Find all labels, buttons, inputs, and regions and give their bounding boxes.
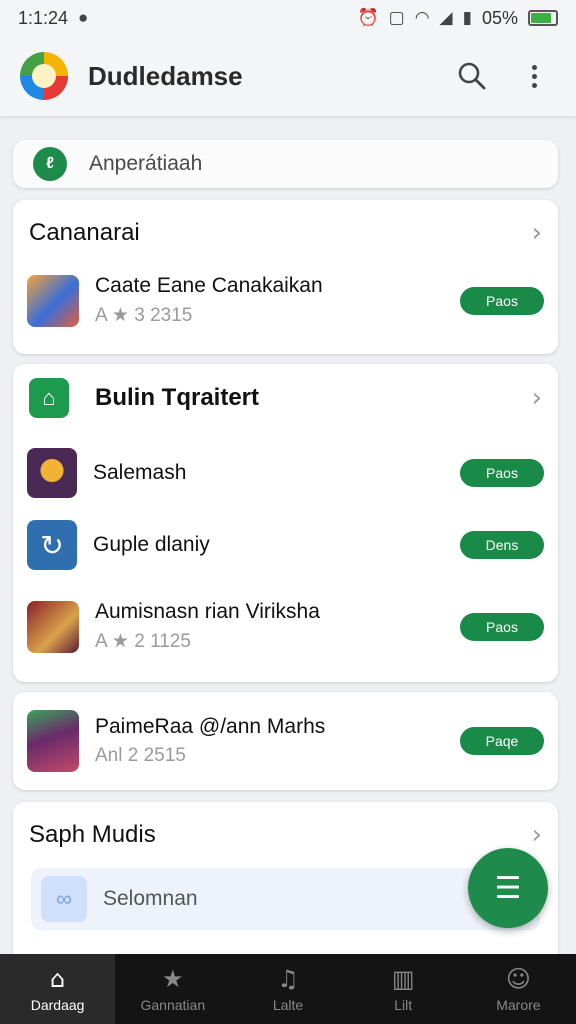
item-title: Salemash [93, 461, 187, 484]
search-button[interactable] [450, 54, 494, 98]
search-placeholder: Anperátiaah [89, 152, 203, 175]
section-card-3: PaimeRaa @/ann Marhs Anl 2 2515 Paqe [13, 692, 558, 790]
list-item[interactable]: Caate Eane Canakaikan A ★ 3 2315 Paos [27, 274, 544, 327]
nav-item-profile[interactable]: ☺ Marore [461, 954, 576, 1024]
chevron-right-icon: › [531, 820, 542, 850]
alarm-icon: ⏰ [357, 8, 379, 27]
star-icon: ★ [111, 631, 129, 652]
search-badge-icon: ℓ [33, 147, 67, 181]
section-card-2: ⌂ Bulin Tqraitert › Salemash Paos ↻ Gupl… [13, 364, 558, 682]
status-time: 1:1:24 [18, 7, 69, 28]
home-icon: ⌂ [49, 965, 66, 993]
nav-item-games[interactable]: ★ Gannatian [115, 954, 230, 1024]
book-icon: ▥ [391, 965, 415, 993]
battery-icon [528, 10, 558, 26]
nav-item-notifications[interactable]: ♫ Lalte [230, 954, 345, 1024]
action-button[interactable]: Paos [460, 459, 544, 487]
more-options-button[interactable] [512, 54, 556, 98]
refresh-app-icon: ↻ [27, 520, 77, 570]
status-bar: 1:1:24 ● ⏰ ▢ ◠ ◢ ▮ 05% [0, 0, 576, 36]
more-vert-icon [531, 64, 537, 88]
battery-percent: 05% [481, 7, 518, 28]
item-rating: A ★ 2 1125 [95, 631, 191, 652]
item-title: PaimeRaa @/ann Marhs [95, 715, 326, 738]
section-header-1[interactable]: Cananarai › [29, 218, 542, 248]
app-title: Dudledamse [88, 60, 243, 91]
section-title: Cananarai [29, 219, 140, 246]
section-title: Saph Mudis [29, 821, 156, 848]
section-card-1: Cananarai › Caate Eane Canakaikan A ★ 3 … [13, 200, 558, 354]
game-thumbnail [27, 448, 77, 498]
list-item[interactable]: ↻ Guple dlaniy Dens [27, 520, 544, 570]
item-subtitle: Anl 2 2515 [95, 745, 186, 766]
bell-icon: ♫ [277, 965, 299, 993]
list-item[interactable]: PaimeRaa @/ann Marhs Anl 2 2515 Paqe [27, 710, 544, 772]
section-header-2[interactable]: ⌂ Bulin Tqraitert › [29, 378, 542, 418]
person-icon: ☺ [505, 965, 531, 993]
bottom-navigation: ⌂ Dardaag ★ Gannatian ♫ Lalte ▥ Lilt ☺ M… [0, 954, 576, 1024]
game-thumbnail [27, 710, 79, 772]
compose-fab[interactable]: ☰ [468, 848, 548, 928]
app-logo [20, 52, 68, 100]
item-title: Caate Eane Canakaikan [95, 274, 323, 297]
link-icon: ∞ [41, 876, 87, 922]
action-button[interactable]: Paos [460, 286, 544, 315]
game-thumbnail [27, 274, 79, 327]
list-item[interactable]: ∞ Selomnan [31, 868, 540, 930]
main-content: ℓ Anperátiaah Cananarai › Caate Eane Can… [0, 116, 576, 954]
section-header-4[interactable]: Saph Mudis › [29, 820, 542, 850]
notification-icon: ● [78, 8, 89, 27]
search-bar[interactable]: ℓ Anperátiaah [13, 140, 558, 188]
list-icon: ☰ [494, 871, 522, 905]
sim-icon: ▮ [462, 8, 472, 27]
signal-icon: ◢ [439, 8, 453, 27]
nav-item-home[interactable]: ⌂ Dardaag [0, 954, 116, 1024]
chevron-right-icon: › [531, 218, 542, 248]
action-button[interactable]: Paos [460, 612, 544, 641]
nav-item-library[interactable]: ▥ Lilt [346, 954, 461, 1024]
action-button[interactable]: Dens [460, 531, 544, 559]
star-icon: ★ [111, 305, 129, 326]
list-item[interactable]: Aumisnasn rian Viriksha A ★ 2 1125 Paos [27, 600, 544, 653]
item-title: Aumisnasn rian Viriksha [95, 600, 320, 623]
game-thumbnail [27, 600, 79, 653]
list-item[interactable]: Salemash Paos [27, 448, 544, 498]
home-icon: ⌂ [29, 378, 69, 418]
section-title: Bulin Tqraitert [95, 384, 260, 411]
search-icon [458, 62, 486, 90]
item-title: Guple dlaniy [93, 533, 210, 556]
chevron-right-icon: › [531, 383, 542, 413]
wifi-icon: ◠ [414, 8, 430, 27]
star-icon: ★ [162, 965, 184, 993]
item-rating: A ★ 3 2315 [95, 305, 193, 326]
action-button[interactable]: Paqe [460, 727, 544, 755]
vibrate-icon: ▢ [388, 8, 405, 27]
app-bar: Dudledamse [0, 36, 576, 116]
